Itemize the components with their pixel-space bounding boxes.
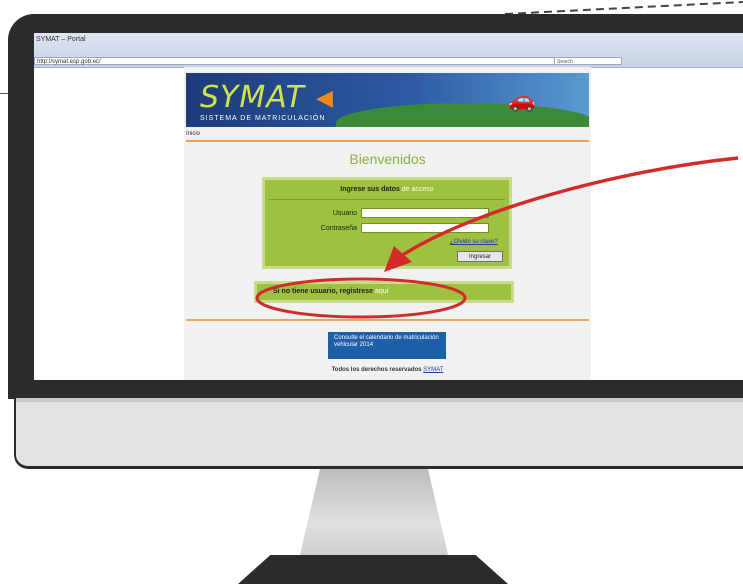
register-notice-text: Si no tiene usuario, regístrese	[273, 288, 373, 295]
login-form: Ingrese sus datos de acceso Usuario Cont…	[262, 177, 512, 269]
monitor-stand-base	[238, 555, 508, 584]
nav-home-link[interactable]: Inicio	[186, 131, 200, 137]
site-banner: SYMAT ◀ SISTEMA DE MATRICULACIÓN 🚗	[186, 73, 589, 127]
footer-text: Todos los derechos reservados	[331, 367, 422, 373]
monitor-chin	[14, 398, 743, 469]
nav-bar: Inicio	[186, 129, 589, 139]
user-label: Usuario	[332, 210, 357, 217]
footer-divider	[186, 319, 589, 321]
header-divider	[186, 140, 589, 142]
welcome-heading: Bienvenidos	[349, 151, 426, 167]
register-link[interactable]: aquí	[375, 288, 389, 295]
forgot-password-link[interactable]: ¿Olvidó su clave?	[450, 239, 498, 245]
browser-tab[interactable]: SYMAT – Portal	[36, 36, 131, 46]
banner-hill-graphic	[336, 103, 589, 127]
monitor-screen: SYMAT – Portal http://symat.esp.gob.ec/ …	[34, 33, 743, 380]
login-button[interactable]: Ingresar	[457, 251, 503, 262]
password-input[interactable]	[361, 223, 489, 233]
browser-search-input[interactable]: Search	[554, 57, 622, 65]
login-title-highlight: de acceso	[401, 186, 434, 193]
password-label: Contraseña	[320, 225, 357, 232]
promo-banner[interactable]: Consulte el calendario de matriculación …	[328, 332, 446, 359]
login-divider	[269, 199, 505, 200]
banner-vehicle-icon: 🚗	[508, 87, 536, 112]
site-logo[interactable]: SYMAT	[200, 80, 305, 115]
user-input[interactable]	[361, 208, 489, 218]
site-footer: Todos los derechos reservados SYMAT	[184, 367, 591, 373]
register-notice: Si no tiene usuario, regístrese aquí	[254, 281, 514, 303]
logo-arrow-icon: ◀	[316, 85, 333, 110]
browser-chrome: SYMAT – Portal http://symat.esp.gob.ec/ …	[34, 33, 743, 68]
login-title-prefix: Ingrese sus datos	[340, 186, 400, 193]
address-bar[interactable]: http://symat.esp.gob.ec/	[34, 57, 594, 65]
login-title: Ingrese sus datos de acceso	[265, 186, 509, 193]
monitor-stand-neck	[299, 469, 449, 559]
web-page: SYMAT ◀ SISTEMA DE MATRICULACIÓN 🚗 Inici…	[184, 67, 591, 380]
site-tagline: SISTEMA DE MATRICULACIÓN	[200, 115, 326, 122]
footer-link[interactable]: SYMAT	[423, 367, 443, 373]
